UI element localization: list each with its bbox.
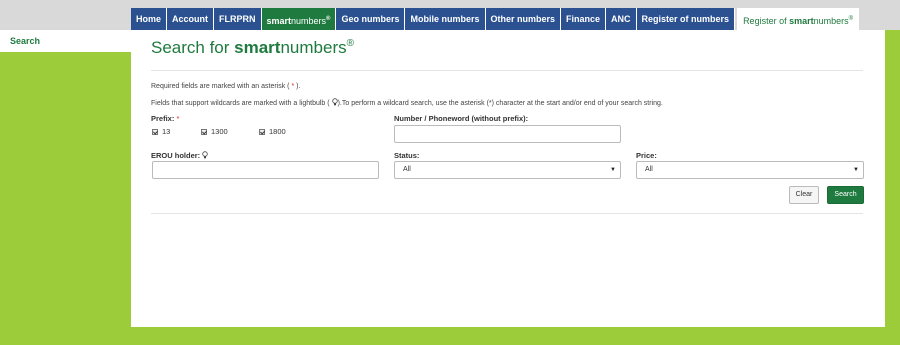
nav-tab-geo-numbers[interactable]: Geo numbers [336,8,406,30]
wildcard-note-post: ).To perform a wildcard search, use the … [337,100,663,107]
nav-tab-register-pre: Register of [743,16,790,26]
nav-tab-anc[interactable]: ANC [606,8,637,30]
nav-tab-smartnumbers[interactable]: smartnumbers® [261,8,337,30]
erou-holder-input[interactable] [152,161,379,179]
number-label: Number / Phoneword (without prefix): [394,114,529,123]
prefix-required-mark: * [176,114,180,123]
required-note-post: ). [296,83,301,90]
registered-mark: ® [346,38,354,49]
chevron-down-icon: ▼ [853,167,859,173]
nav-tab-account[interactable]: Account [167,8,215,30]
main-panel: Search for smartnumbers® Required fields… [131,30,885,327]
nav-tab-smartnumbers-rest: numbers [291,16,327,26]
sidebar-item-search[interactable]: Search [10,36,40,46]
checkmark-icon [201,128,207,135]
nav-tab-register-rest: numbers [813,16,849,26]
price-selected-value: All [645,166,653,173]
checkmark-icon [152,128,158,135]
prefix-option-label: 1300 [211,127,228,136]
nav-tab-register-bold: smart [789,16,814,26]
price-select[interactable]: All ▼ [636,161,864,179]
wildcard-note: Fields that support wildcards are marked… [151,98,663,107]
price-label: Price: [636,151,657,160]
prefix-checkbox-1800[interactable]: 1800 [259,127,286,136]
page-title-pre: Search for [151,38,235,57]
prefix-checkbox-13[interactable]: 13 [152,127,170,136]
clear-button[interactable]: Clear [789,186,819,204]
nav-tab-register-of-numbers[interactable]: Register of numbers [636,8,736,30]
nav-tab-mobile-numbers[interactable]: Mobile numbers [405,8,486,30]
nav-tab-finance[interactable]: Finance [561,8,607,30]
required-note-pre: Required fields are marked with an aster… [151,83,290,90]
number-input[interactable] [394,125,621,143]
page-title: Search for smartnumbers® [151,38,354,58]
erou-label-text: EROU holder: [151,151,201,160]
title-divider [151,70,863,71]
nav-tab-home[interactable]: Home [131,8,168,30]
prefix-label: Prefix: * [151,114,179,123]
sidebar: Search [0,30,131,52]
status-label: Status: [394,151,420,160]
form-divider [151,213,863,214]
registered-mark: ® [848,16,854,22]
prefix-checkbox-1300[interactable]: 1300 [201,127,228,136]
status-select[interactable]: All ▼ [394,161,621,179]
nav-tab-smartnumbers-bold: smart [266,16,292,26]
chevron-down-icon: ▼ [610,167,616,173]
nav-tab-register-of-smartnumbers[interactable]: Register of smartnumbers® [737,8,860,30]
erou-label: EROU holder: [151,151,208,160]
lightbulb-icon [202,151,208,159]
required-note: Required fields are marked with an aster… [151,83,300,90]
nav-tab-flrprn[interactable]: FLRPRN [214,8,262,30]
status-selected-value: All [403,166,411,173]
prefix-option-label: 1800 [269,127,286,136]
nav-tab-other-numbers[interactable]: Other numbers [485,8,562,30]
main-nav: Home Account FLRPRN smartnumbers® Geo nu… [131,8,860,30]
page-title-rest: numbers [280,38,347,57]
wildcard-note-pre: Fields that support wildcards are marked… [151,100,330,107]
page-title-bold: smart [234,38,281,57]
registered-mark: ® [326,16,331,22]
search-button[interactable]: Search [827,186,864,204]
prefix-option-label: 13 [162,127,171,136]
checkmark-icon [259,128,265,135]
prefix-label-text: Prefix: [151,114,175,123]
